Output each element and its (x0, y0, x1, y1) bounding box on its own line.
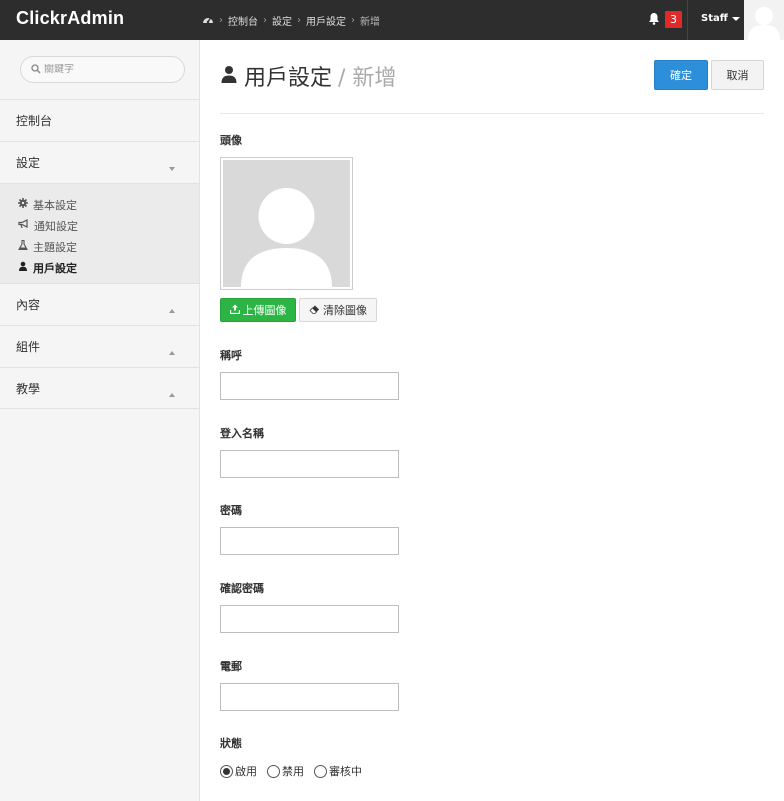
flask-icon (18, 239, 28, 253)
breadcrumb: › 控制台 › 設定 › 用戶設定 › 新增 (202, 13, 380, 28)
sidebar-subitem-notify[interactable]: 通知設定 (18, 215, 199, 236)
divider (220, 113, 764, 114)
search-box (20, 56, 185, 83)
gear-icon (18, 198, 28, 211)
sidebar-item-label: 組件 (16, 340, 41, 354)
clear-image-label: 清除圖像 (323, 304, 367, 317)
chevron-right-icon: › (297, 15, 301, 26)
sidebar-subitem-user[interactable]: 用戶設定 (18, 257, 199, 278)
status-option-label: 審核中 (329, 765, 362, 778)
caret-down-icon (731, 16, 740, 21)
avatar[interactable] (744, 0, 784, 40)
status-radio-enabled[interactable]: 啟用 (220, 763, 257, 779)
nickname-label: 稱呼 (220, 349, 242, 362)
dashboard-icon[interactable] (202, 14, 214, 27)
breadcrumb-item-dashboard[interactable]: 控制台 (228, 13, 258, 28)
status-radio-pending[interactable]: 審核中 (314, 763, 362, 779)
sidebar-subitem-label: 通知設定 (34, 219, 78, 233)
eraser-icon (309, 304, 320, 317)
search-input[interactable] (44, 64, 164, 75)
radio-button[interactable] (220, 764, 233, 778)
upload-image-label: 上傳圖像 (242, 304, 287, 317)
cancel-button[interactable]: 取消 (711, 60, 764, 90)
sidebar-item-tutorial[interactable]: 教學 (0, 367, 199, 409)
status-radio-group: 啟用 禁用 審核中 (220, 763, 362, 779)
top-navbar: ClickrAdmin › 控制台 › 設定 › 用戶設定 › 新增 3 Sta… (0, 0, 784, 40)
chevron-up-icon (169, 386, 175, 400)
sidebar-item-label: 設定 (16, 156, 41, 170)
search-icon (31, 63, 41, 77)
chevron-right-icon: › (351, 15, 355, 26)
page-title: 用戶設定 / 新增 (220, 60, 396, 92)
confirm-button[interactable]: 確定 (654, 60, 708, 90)
username-label: 登入名稱 (220, 427, 264, 440)
sidebar-subitem-theme[interactable]: 主題設定 (18, 236, 199, 257)
sidebar-item-label: 教學 (16, 381, 41, 396)
user-icon (18, 261, 28, 274)
settings-submenu: 基本設定 通知設定 主題設定 用戶設定 (0, 183, 199, 283)
confirm-password-label: 確認密碼 (220, 582, 264, 595)
avatar-placeholder-icon (241, 188, 332, 287)
bell-icon[interactable] (648, 12, 660, 26)
sidebar-subitem-label: 主題設定 (33, 240, 77, 254)
sidebar-subitem-label: 用戶設定 (33, 261, 77, 275)
breadcrumb-item-user-settings[interactable]: 用戶設定 (306, 13, 346, 28)
user-menu-label: Staff (701, 13, 728, 24)
upload-image-button[interactable]: 上傳圖像 (220, 298, 296, 322)
status-radio-disabled[interactable]: 禁用 (267, 763, 304, 779)
page-title-text: 用戶設定 (244, 66, 333, 91)
status-option-label: 禁用 (282, 765, 304, 778)
upload-icon (229, 304, 240, 317)
avatar-label: 頭像 (220, 134, 242, 147)
email-input[interactable] (220, 683, 399, 711)
status-label: 狀態 (220, 737, 242, 750)
sidebar-subitem-basic[interactable]: 基本設定 (18, 194, 199, 215)
avatar-preview (220, 157, 353, 290)
sidebar-subitem-label: 基本設定 (33, 198, 77, 212)
sidebar-item-label: 內容 (16, 298, 41, 312)
sidebar-item-components[interactable]: 組件 (0, 325, 199, 367)
email-label: 電郵 (220, 660, 242, 673)
password-input[interactable] (220, 527, 399, 555)
password-label: 密碼 (220, 504, 242, 517)
bullhorn-icon (18, 219, 29, 232)
sidebar-item-content[interactable]: 內容 (0, 283, 199, 325)
chevron-right-icon: › (219, 15, 223, 26)
brand-logo[interactable]: ClickrAdmin (16, 8, 124, 29)
user-icon (220, 64, 238, 89)
chevron-up-icon (169, 302, 175, 316)
status-option-label: 啟用 (235, 765, 257, 778)
username-input[interactable] (220, 450, 399, 478)
sidebar: 控制台 設定 基本設定 通知設定 主題設定 (0, 40, 200, 801)
chevron-up-icon (169, 344, 175, 358)
user-menu[interactable]: Staff (701, 13, 740, 24)
sidebar-item-label: 控制台 (16, 114, 53, 128)
chevron-down-icon (169, 160, 175, 174)
sidebar-item-settings[interactable]: 設定 (0, 141, 199, 183)
clear-image-button[interactable]: 清除圖像 (299, 298, 377, 322)
main-content: 用戶設定 / 新增 確定 取消 頭像 上傳圖像 清除圖像 稱呼 登入名稱 密碼 … (200, 40, 784, 801)
radio-button[interactable] (267, 764, 280, 778)
breadcrumb-current: 新增 (360, 17, 380, 28)
chevron-right-icon: › (263, 15, 267, 26)
confirm-password-input[interactable] (220, 605, 399, 633)
page-subtitle: / 新增 (338, 66, 397, 91)
notification-badge[interactable]: 3 (665, 11, 682, 28)
sidebar-item-dashboard[interactable]: 控制台 (0, 99, 199, 141)
breadcrumb-item-settings[interactable]: 設定 (272, 13, 292, 28)
divider (687, 0, 688, 40)
radio-button[interactable] (314, 764, 327, 778)
nickname-input[interactable] (220, 372, 399, 400)
